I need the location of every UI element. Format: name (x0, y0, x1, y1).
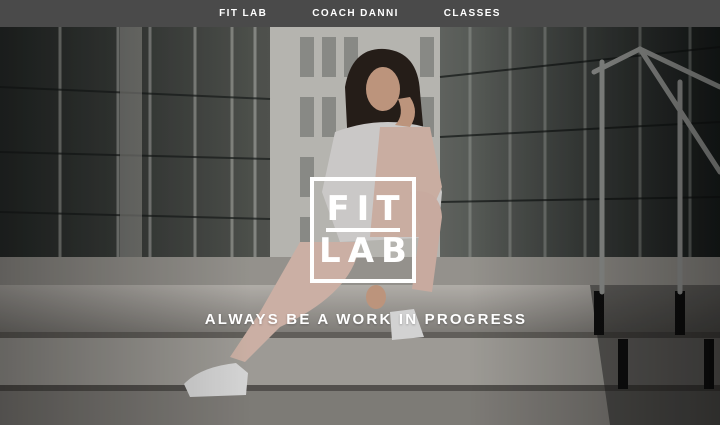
logo-text-lab: LAB (319, 231, 414, 271)
fit-lab-logo: FIT LAB (310, 177, 416, 283)
top-nav: FIT LAB COACH DANNI CLASSES (0, 0, 720, 27)
page: FIT LAB COACH DANNI CLASSES FIT LAB ALWA… (0, 0, 720, 425)
hero-tagline: ALWAYS BE A WORK IN PROGRESS (204, 311, 528, 328)
nav-link-fit-lab[interactable]: FIT LAB (219, 8, 267, 19)
hero-section: FIT LAB ALWAYS BE A WORK IN PROGRESS (0, 27, 720, 425)
nav-link-classes[interactable]: CLASSES (444, 8, 501, 19)
nav-link-coach-danni[interactable]: COACH DANNI (312, 8, 399, 19)
logo-text-fit: FIT (326, 189, 407, 229)
